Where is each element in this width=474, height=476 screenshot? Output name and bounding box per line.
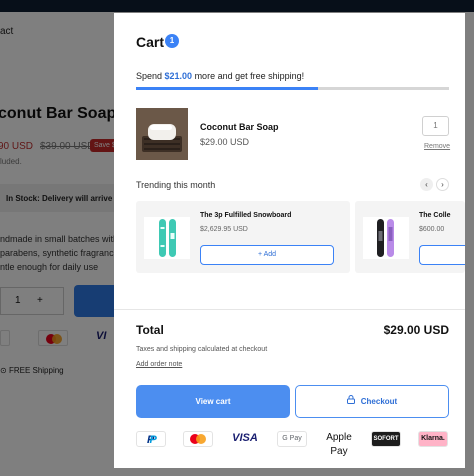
checkout-label: Checkout [360, 397, 398, 406]
visa-icon: VISA [230, 431, 260, 447]
add-recommendation-button[interactable] [419, 245, 465, 265]
checkout-button[interactable]: Checkout [295, 385, 449, 418]
lock-icon [346, 386, 355, 417]
tax-note: Taxes and shipping calculated at checkou… [136, 346, 268, 353]
klarna-icon: Klarna. [418, 431, 448, 447]
recommendation-card: The Colle $600.00 [355, 201, 465, 273]
cart-item-quantity-input[interactable]: 1 [422, 116, 449, 136]
shipping-progress-bar [136, 87, 449, 90]
shipping-progress-fill [136, 87, 318, 90]
cart-item-image[interactable] [136, 108, 188, 160]
add-order-note-link[interactable]: Add order note [136, 361, 182, 368]
snowboard-image[interactable] [144, 217, 190, 259]
recommendation-price: $2,629.95 USD [200, 226, 248, 233]
svg-text:P: P [150, 434, 158, 446]
cart-count-badge: 1 [165, 34, 179, 48]
recommendation-price: $600.00 [419, 226, 445, 233]
total-value: $29.00 USD [383, 323, 449, 337]
google-pay-icon: G Pay [277, 431, 307, 447]
mastercard-icon [183, 431, 213, 447]
recommendation-card: The 3p Fulfilled Snowboard $2,629.95 USD… [136, 201, 350, 273]
cart-item-name[interactable]: Coconut Bar Soap [200, 122, 279, 132]
recommendation-name[interactable]: The Colle [419, 212, 451, 219]
cart-drawer: Cart 1 Spend $21.00 more and get free sh… [114, 13, 465, 468]
remove-item-link[interactable]: Remove [424, 143, 450, 150]
trending-title: Trending this month [136, 180, 216, 190]
apple-pay-icon: Apple Pay [324, 431, 354, 457]
shipping-remaining-amount: $21.00 [164, 71, 193, 81]
chevron-right-icon[interactable]: › [436, 178, 449, 191]
free-shipping-message: Spend $21.00 more and get free shipping! [136, 71, 305, 81]
snowboard-image[interactable] [363, 217, 409, 259]
sofort-icon: SOFORT [371, 431, 401, 447]
view-cart-button[interactable]: View cart [136, 385, 290, 418]
paypal-icon: PP [136, 431, 166, 447]
chevron-left-icon[interactable]: ‹ [420, 178, 433, 191]
cart-title: Cart [136, 34, 165, 50]
cart-item-price: $29.00 USD [200, 137, 250, 147]
total-label: Total [136, 323, 164, 337]
add-recommendation-button[interactable]: + Add [200, 245, 334, 265]
footer-divider [114, 309, 465, 310]
recommendation-name[interactable]: The 3p Fulfilled Snowboard [200, 212, 291, 219]
